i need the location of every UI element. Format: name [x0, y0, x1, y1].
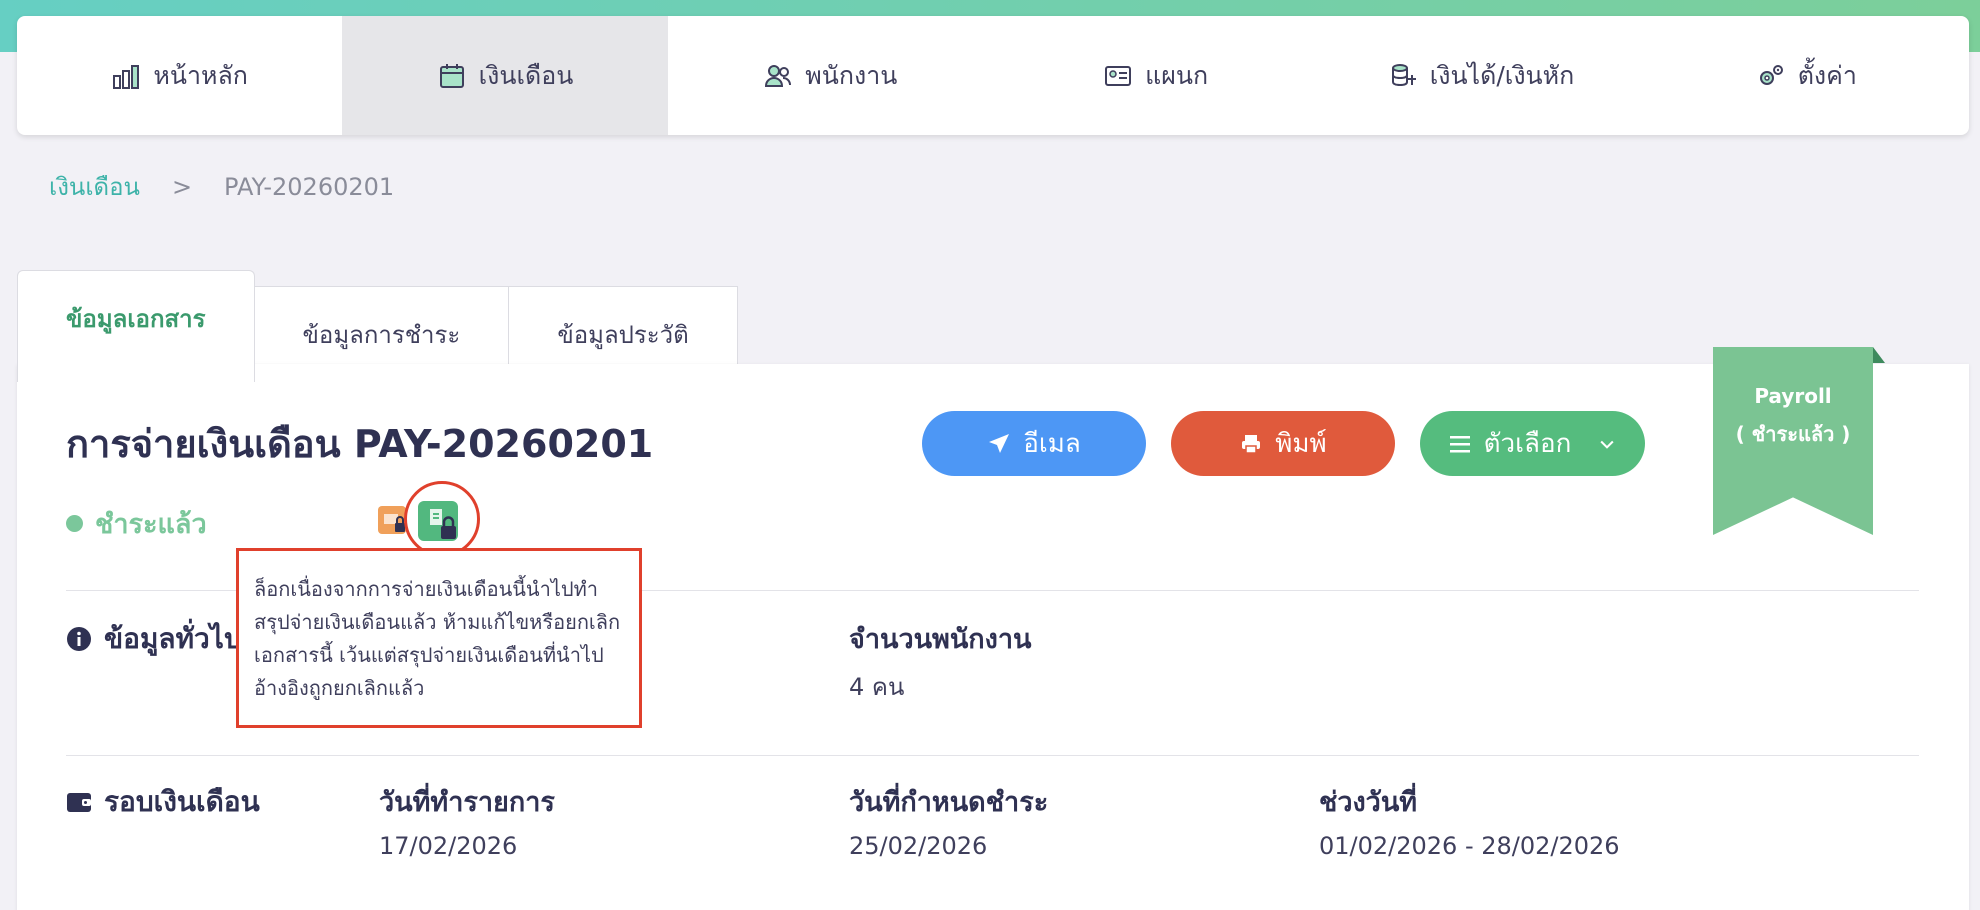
section-divider: [66, 755, 1919, 756]
general-info-heading: ข้อมูลทั่วไป: [66, 617, 242, 661]
nav-item-department[interactable]: แผนก: [993, 16, 1318, 135]
due-date-label: วันที่กำหนดชำระ: [849, 787, 1049, 818]
general-info-title: ข้อมูลทั่วไป: [104, 622, 242, 655]
date-range-label: ช่วงวันที่: [1319, 787, 1418, 818]
breadcrumb: เงินเดือน > PAY-20260201: [49, 167, 394, 206]
gears-icon: [1759, 64, 1783, 85]
calendar-icon: [439, 63, 464, 88]
coins-icon: [1391, 63, 1416, 86]
ribbon-title: Payroll: [1754, 384, 1832, 408]
options-button-label: ตัวเลือก: [1483, 429, 1572, 459]
nav-item-home[interactable]: หน้าหลัก: [17, 16, 342, 135]
email-button[interactable]: อีเมล: [922, 411, 1146, 476]
highlight-ring: [404, 481, 480, 557]
nav-item-settings[interactable]: ตั้งค่า: [1644, 16, 1969, 135]
nav-item-label: เงินได้/เงินหัก: [1429, 60, 1575, 90]
employee-count-label: จำนวนพนักงาน: [849, 624, 1032, 655]
payroll-cycle-title: รอบเงินเดือน: [104, 785, 260, 818]
bar-chart-icon: [113, 64, 140, 89]
send-icon: [989, 433, 1010, 453]
printer-icon: [1242, 434, 1261, 454]
email-lock-icon[interactable]: [378, 506, 406, 534]
nav-item-label: แผนก: [1145, 60, 1209, 90]
lock-tooltip: ล็อกเนื่องจากการจ่ายเงินเดือนนี้นำไปทำสร…: [236, 548, 642, 728]
date-range-value: 01/02/2026 - 28/02/2026: [1319, 832, 1620, 860]
nav-item-income-deduction[interactable]: เงินได้/เงินหัก: [1318, 16, 1643, 135]
transaction-date-label: วันที่ทำรายการ: [379, 787, 555, 818]
breadcrumb-separator: >: [171, 172, 193, 201]
wallet-icon: [67, 793, 91, 812]
payroll-cycle-heading: รอบเงินเดือน: [66, 780, 260, 824]
status-dot-icon: [66, 515, 83, 532]
nav-item-payroll[interactable]: เงินเดือน: [342, 16, 668, 135]
due-date-value: 25/02/2026: [849, 832, 988, 860]
breadcrumb-link-payroll[interactable]: เงินเดือน: [49, 167, 140, 206]
nav-item-label: พนักงาน: [805, 60, 898, 90]
status-badge: ชำระแล้ว: [66, 502, 207, 545]
transaction-date-value: 17/02/2026: [379, 832, 518, 860]
chevron-down-icon: [1600, 440, 1614, 449]
print-button-label: พิมพ์: [1275, 429, 1327, 459]
email-button-label: อีเมล: [1023, 429, 1081, 459]
print-button[interactable]: พิมพ์: [1171, 411, 1395, 476]
options-dropdown-button[interactable]: ตัวเลือก: [1420, 411, 1645, 476]
tab-document-info[interactable]: ข้อมูลเอกสาร: [17, 270, 255, 382]
page-title: การจ่ายเงินเดือน PAY-20260201: [66, 422, 654, 466]
info-icon: [67, 627, 91, 651]
nav-item-label: ตั้งค่า: [1797, 60, 1857, 90]
nav-item-label: เงินเดือน: [478, 60, 574, 90]
nav-item-label: หน้าหลัก: [153, 60, 248, 90]
users-icon: [765, 64, 792, 87]
id-card-icon: [1105, 65, 1132, 86]
breadcrumb-current: PAY-20260201: [224, 172, 395, 201]
main-nav: หน้าหลัก เงินเดือน พนักงาน แผนก เงินได้/…: [17, 16, 1969, 135]
employee-count-value: 4 คน: [849, 673, 905, 701]
menu-icon: [1449, 435, 1470, 452]
ribbon-status: ( ชำระแล้ว ): [1735, 422, 1851, 446]
ribbon-fold: [1873, 347, 1885, 363]
nav-item-employees[interactable]: พนักงาน: [668, 16, 993, 135]
status-label: ชำระแล้ว: [95, 509, 207, 540]
